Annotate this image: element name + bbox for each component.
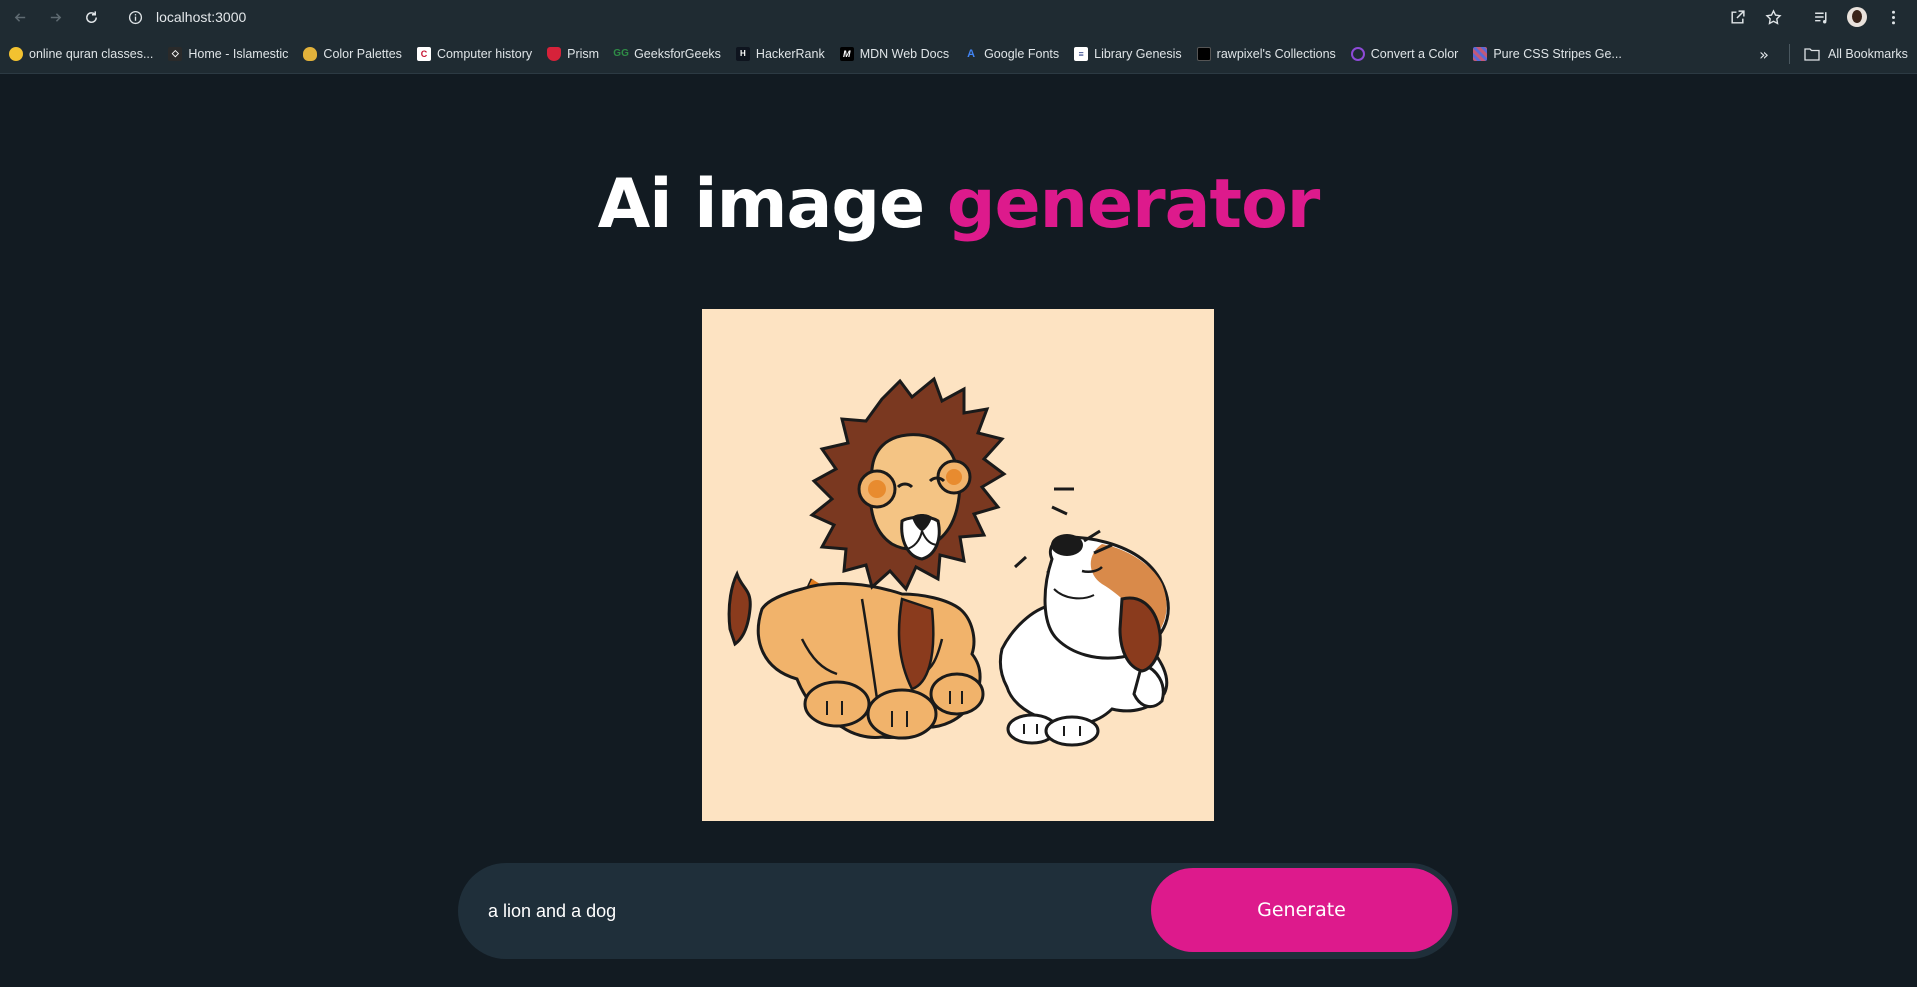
generate-button[interactable]: Generate [1151, 868, 1452, 952]
page-title: Ai image generator [0, 165, 1917, 245]
bookmark-label: GeeksforGeeks [634, 46, 721, 61]
prism-favicon-icon [547, 46, 562, 61]
bookmarks-divider [1789, 44, 1790, 64]
google-fonts-favicon-icon: A [967, 47, 976, 60]
mdn-favicon-icon: M [839, 46, 854, 61]
bookmark-mdn[interactable]: M MDN Web Docs [839, 41, 955, 67]
arrow-right-icon [50, 12, 61, 22]
prompt-form: Generate [458, 863, 1458, 959]
url-text: localhost:3000 [156, 9, 247, 25]
open-in-app-button[interactable] [1719, 4, 1755, 30]
all-bookmarks-button[interactable]: All Bookmarks [1804, 41, 1908, 67]
bookmark-label: Library Genesis [1094, 46, 1182, 61]
back-button[interactable] [8, 6, 32, 28]
bookmark-label: Google Fonts [984, 46, 1060, 61]
bookmark-rawpixel[interactable]: rawpixel's Collections [1196, 41, 1342, 67]
bookmark-label: Prism [567, 46, 600, 61]
bookmark-google-fonts[interactable]: A Google Fonts [964, 41, 1065, 67]
external-link-icon [1730, 9, 1745, 24]
palette-favicon-icon [303, 46, 318, 61]
menu-button[interactable] [1875, 4, 1911, 30]
avatar [1847, 7, 1867, 27]
profile-button[interactable] [1839, 4, 1875, 30]
bookmark-label: Convert a Color [1370, 46, 1459, 61]
star-icon [1764, 8, 1782, 25]
prompt-input[interactable] [488, 883, 1148, 939]
bookmark-hackerrank[interactable]: H HackerRank [735, 41, 831, 67]
bookmark-computer-history[interactable]: C Computer history [416, 41, 538, 67]
bookmark-label: HackerRank [755, 46, 825, 61]
generated-image [702, 309, 1214, 821]
bookmark-islamestic[interactable]: ◇ Home - Islamestic [168, 41, 294, 67]
hackerrank-favicon-icon: H [735, 46, 750, 61]
bookmarks-bar: online quran classes... ◇ Home - Islames… [0, 34, 1917, 74]
bookmark-label: Pure CSS Stripes Ge... [1493, 46, 1622, 61]
css-stripes-favicon-icon [1473, 46, 1488, 61]
media-controls-button[interactable] [1803, 4, 1839, 30]
quran-favicon-icon [9, 46, 23, 61]
browser-actions [1719, 4, 1911, 30]
bookmark-label: online quran classes... [29, 46, 154, 61]
islamestic-favicon-icon: ◇ [168, 46, 183, 61]
all-bookmarks-label: All Bookmarks [1828, 47, 1908, 61]
bookmark-label: MDN Web Docs [859, 46, 950, 61]
playlist-icon [1814, 11, 1826, 23]
chevron-double-right-icon: » [1759, 44, 1769, 64]
more-bookmarks-button[interactable]: » [1752, 40, 1776, 68]
rawpixel-favicon-icon [1196, 46, 1211, 61]
reload-button[interactable] [79, 6, 103, 28]
arrow-left-icon [14, 12, 25, 22]
forward-button[interactable] [43, 6, 67, 28]
bookmark-label: Computer history [436, 46, 533, 61]
folder-icon [1804, 48, 1820, 61]
kebab-menu-icon [1891, 10, 1895, 24]
browser-toolbar: localhost:3000 [0, 0, 1917, 34]
address-bar[interactable]: localhost:3000 [122, 4, 1722, 30]
title-highlight: generator [946, 165, 1321, 244]
bookmark-prism[interactable]: Prism [547, 41, 605, 67]
bookmark-color-palettes[interactable]: Color Palettes [303, 41, 408, 67]
bookmark-label: rawpixel's Collections [1216, 46, 1336, 61]
reload-icon [85, 10, 97, 23]
title-text: Ai image [597, 165, 947, 244]
library-genesis-favicon-icon: ≡ [1074, 46, 1089, 61]
lion-and-dog-illustration [727, 376, 1170, 747]
bookmark-star-button[interactable] [1755, 4, 1791, 30]
bookmark-geeksforgeeks[interactable]: GG GeeksforGeeks [613, 41, 727, 67]
bookmark-css-stripes[interactable]: Pure CSS Stripes Ge... [1473, 41, 1628, 67]
bookmark-convert-color[interactable]: Convert a Color [1350, 41, 1465, 67]
site-info-icon[interactable] [122, 4, 148, 30]
bookmark-label: Home - Islamestic [188, 46, 289, 61]
bookmark-label: Color Palettes [323, 46, 402, 61]
bookmark-online-quran[interactable]: online quran classes... [9, 41, 159, 67]
computer-history-favicon-icon: C [416, 46, 431, 61]
bookmark-library-genesis[interactable]: ≡ Library Genesis [1074, 41, 1188, 67]
geeksforgeeks-favicon-icon: GG [613, 48, 629, 59]
convert-color-favicon-icon [1350, 46, 1365, 61]
